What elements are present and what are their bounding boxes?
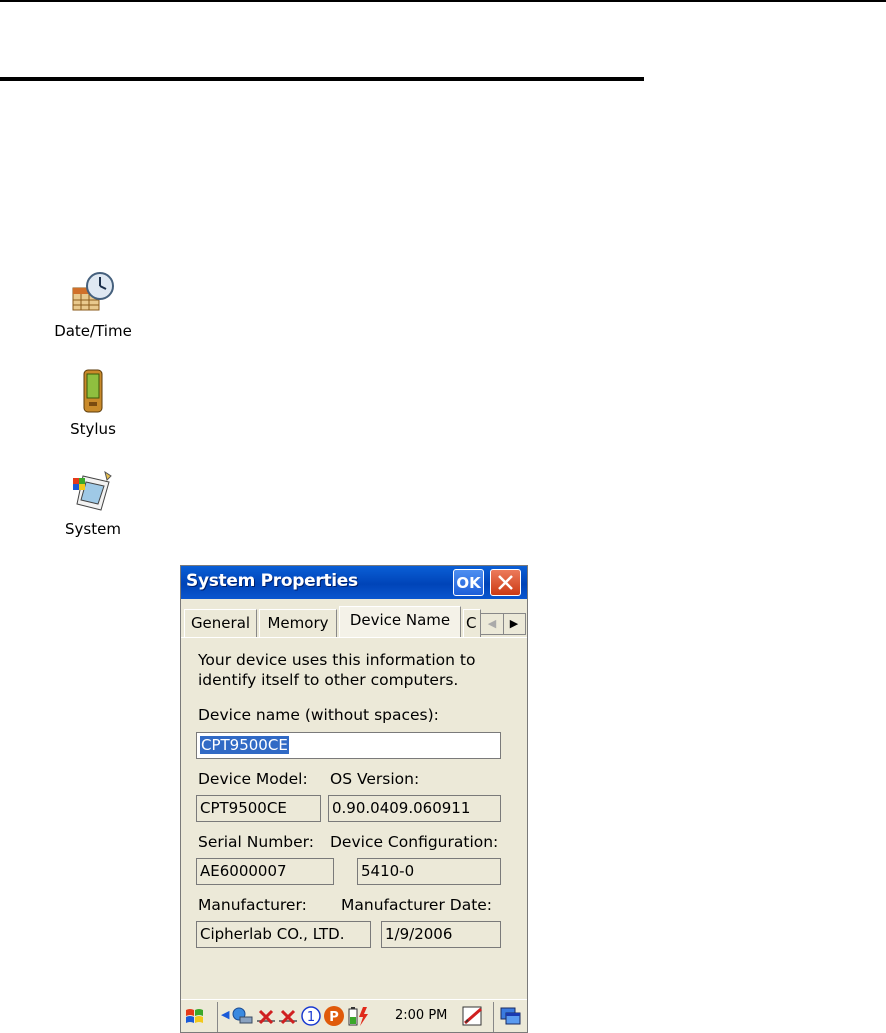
system-icon	[73, 470, 112, 511]
taskbar: ◀ 1 P 2:00 PM	[181, 999, 527, 1032]
tab-partial[interactable]: C	[463, 609, 481, 637]
control-panel-item-label: Date/Time	[54, 322, 132, 340]
control-panel-item-stylus[interactable]: Stylus	[33, 368, 153, 438]
network-icon[interactable]	[231, 1005, 253, 1027]
svg-text:P: P	[329, 1010, 339, 1025]
device-name-input[interactable]: CPT9500CE	[196, 732, 501, 759]
serial-number-label: Serial Number:	[198, 833, 315, 851]
control-panel-item-label: Stylus	[70, 420, 116, 438]
device-model-field: CPT9500CE	[196, 795, 321, 822]
start-button-icon[interactable]	[183, 1005, 207, 1029]
tab-device-name[interactable]: Device Name	[339, 606, 461, 637]
device-name-value: CPT9500CE	[200, 736, 289, 754]
date-time-icon	[72, 272, 114, 311]
connection-status-icon-2[interactable]	[277, 1005, 299, 1027]
manufacturer-label: Manufacturer:	[198, 896, 307, 914]
device-name-label: Device name (without spaces):	[198, 706, 439, 724]
desktop-icon[interactable]	[499, 1005, 523, 1027]
control-panel-item-system[interactable]: System	[33, 468, 153, 538]
close-button[interactable]	[490, 569, 521, 596]
title-bar: System Properties OK	[181, 566, 527, 599]
window-title: System Properties	[186, 571, 358, 591]
close-icon	[498, 575, 513, 590]
tab-scroll-arrows: ◀ ▶	[480, 613, 526, 635]
device-model-label: Device Model:	[198, 770, 308, 788]
taskbar-divider	[493, 1002, 494, 1032]
tab-strip: General Memory Device Name C	[181, 606, 527, 637]
control-panel-item-label: System	[65, 520, 121, 538]
input-panel-icon[interactable]	[461, 1005, 485, 1027]
scroll-right-icon[interactable]: ▶	[503, 614, 525, 634]
serial-number-field: AE6000007	[196, 858, 334, 885]
ok-button[interactable]: OK	[453, 569, 484, 596]
battery-charging-icon[interactable]	[346, 1005, 370, 1027]
tray-arrow-icon[interactable]: ◀	[221, 1008, 229, 1021]
clock[interactable]: 2:00 PM	[395, 1008, 447, 1023]
top-rule	[0, 0, 886, 2]
taskbar-divider	[217, 1002, 218, 1032]
os-version-label: OS Version:	[330, 770, 420, 788]
manufacturer-field: Cipherlab CO., LTD.	[196, 921, 371, 948]
intro-text-line2: identify itself to other computers.	[198, 671, 459, 689]
control-panel-item-date-time[interactable]: Date/Time	[33, 270, 153, 340]
tab-panel-edge	[181, 637, 527, 638]
svg-text:1: 1	[307, 1010, 315, 1025]
power-icon[interactable]: P	[323, 1005, 345, 1027]
tab-general[interactable]: General	[184, 609, 257, 637]
manufacturer-date-field: 1/9/2006	[381, 921, 501, 948]
tab-memory[interactable]: Memory	[259, 609, 337, 637]
device-configuration-field: 5410-0	[357, 858, 501, 885]
stylus-icon	[83, 369, 103, 413]
input-mode-icon[interactable]: 1	[300, 1005, 322, 1027]
manufacturer-date-label: Manufacturer Date:	[341, 896, 493, 914]
scroll-left-icon[interactable]: ◀	[481, 614, 504, 634]
intro-text-line1: Your device uses this information to	[198, 651, 476, 669]
device-configuration-label: Device Configuration:	[330, 833, 499, 851]
connection-status-icon-1[interactable]	[255, 1005, 277, 1027]
header-rule	[0, 77, 644, 81]
os-version-field: 0.90.0409.060911	[328, 795, 501, 822]
system-properties-window: System Properties OK General Memory Devi…	[180, 565, 528, 1033]
